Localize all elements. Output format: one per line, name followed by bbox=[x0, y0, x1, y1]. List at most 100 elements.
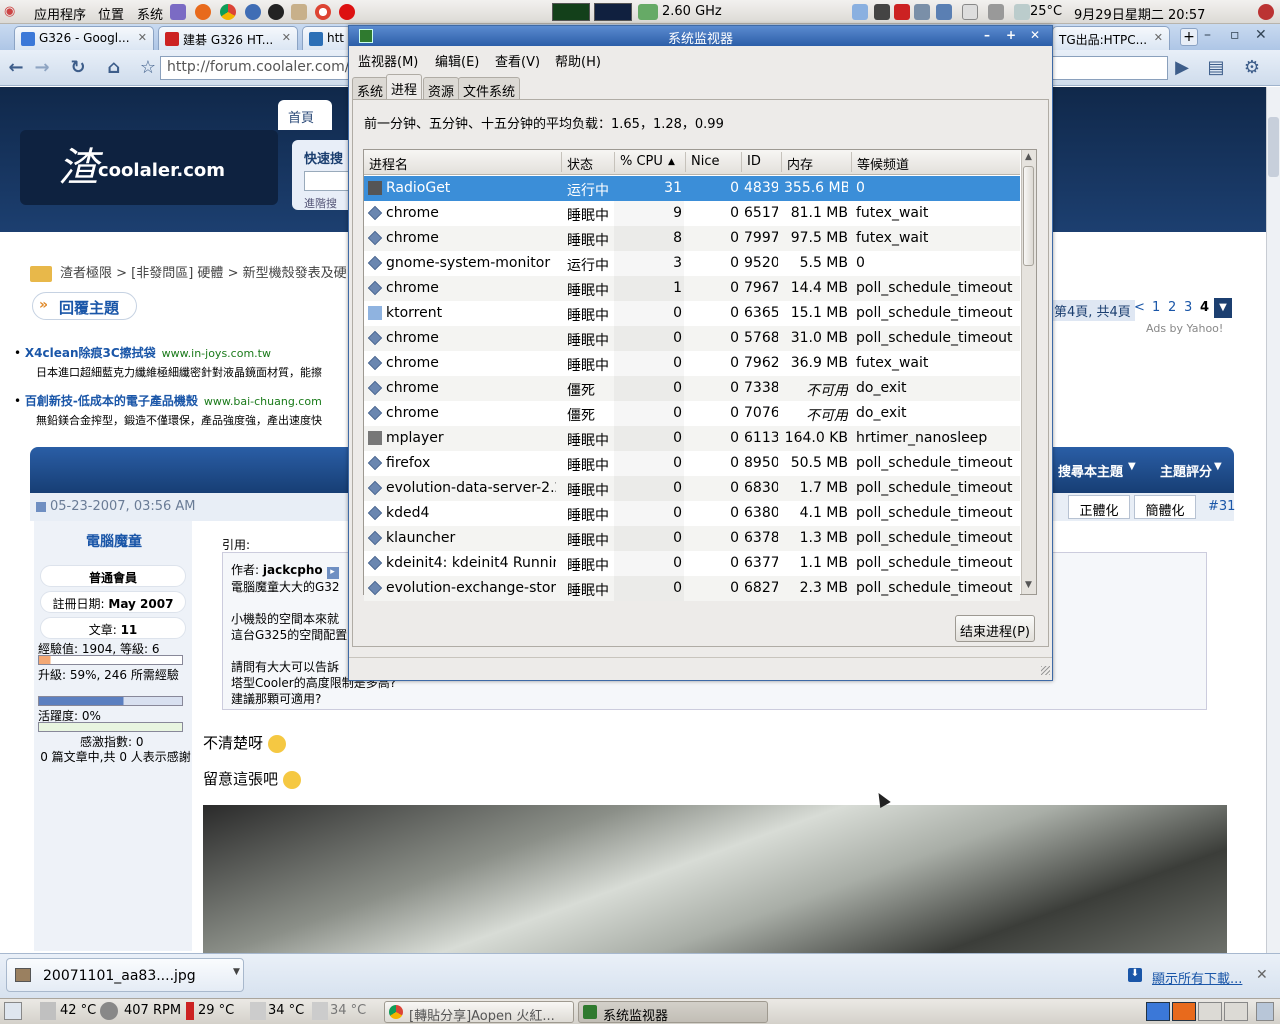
keyboard-icon[interactable] bbox=[874, 4, 890, 20]
ad-title[interactable]: X4clean除痕3C擦拭袋 bbox=[25, 346, 156, 360]
col-status[interactable]: 状态 bbox=[567, 154, 593, 173]
tab-resources[interactable]: 资源 bbox=[423, 77, 460, 100]
scrollbar-thumb[interactable] bbox=[1268, 117, 1279, 177]
new-tab-button[interactable]: + bbox=[1180, 28, 1198, 46]
menu-applications[interactable]: 应用程序 bbox=[34, 4, 86, 23]
quote-author-name[interactable]: jackcpho bbox=[263, 563, 323, 577]
traditional-button[interactable]: 正體化 bbox=[1068, 495, 1130, 519]
page-menu-icon[interactable]: ▤ bbox=[1206, 58, 1226, 78]
close-icon[interactable]: ✕ bbox=[1026, 28, 1044, 44]
pidgin-icon[interactable] bbox=[170, 4, 186, 20]
tab-coolaler[interactable]: htt bbox=[302, 26, 352, 50]
tab-g326[interactable]: 建碁 G326 HT... ✕ bbox=[158, 26, 298, 50]
network-manager-icon[interactable] bbox=[936, 4, 952, 20]
home-icon[interactable]: ⌂ bbox=[104, 58, 124, 78]
trash-icon[interactable] bbox=[1256, 1002, 1274, 1021]
chevron-down-icon[interactable]: ▼ bbox=[233, 967, 240, 977]
scroll-down-icon[interactable]: ▼ bbox=[1025, 580, 1032, 590]
chrome-launcher-icon[interactable] bbox=[220, 4, 236, 20]
col-cpu[interactable]: % CPU bbox=[620, 154, 663, 169]
process-row[interactable]: chrome 睡眠中 8 0 7997 97.5 MB futex_wait bbox=[364, 226, 1020, 251]
go-arrow-icon[interactable]: ▶ bbox=[1172, 58, 1192, 78]
network-icon[interactable] bbox=[914, 4, 930, 20]
end-process-button[interactable]: 结束进程(P) bbox=[955, 615, 1035, 642]
process-row[interactable]: firefox 睡眠中 0 0 8950 50.5 MB poll_schedule_tim… bbox=[364, 451, 1020, 476]
ad-item[interactable]: • 百創新技-低成本的電子產品機殼 www.bai-chuang.com 無鉛鎂合… bbox=[14, 392, 360, 428]
address-bar[interactable]: http://forum.coolaler.com/s bbox=[160, 56, 357, 80]
firefox-launcher-icon[interactable] bbox=[195, 4, 211, 20]
view-post-icon[interactable]: ▸ bbox=[326, 567, 339, 579]
tab-htpc[interactable]: TG出品:HTPC... ✕ bbox=[1052, 26, 1170, 50]
menu-help[interactable]: 帮助(H) bbox=[555, 51, 601, 70]
close-icon[interactable]: ✕ bbox=[1256, 967, 1268, 983]
java-icon[interactable] bbox=[291, 4, 307, 20]
page-jump-icon[interactable]: ▼ bbox=[1214, 298, 1232, 318]
close-icon[interactable]: ✕ bbox=[282, 31, 291, 44]
address-bar-extension[interactable] bbox=[1052, 56, 1168, 80]
workspace-3[interactable] bbox=[1198, 1002, 1222, 1021]
clock[interactable]: 9月29日星期二 20:57 bbox=[1074, 4, 1205, 23]
search-thread-menu[interactable]: 搜尋本主題 bbox=[1058, 461, 1123, 480]
tab-google[interactable]: G326 - Googl... ✕ bbox=[14, 26, 154, 50]
process-row[interactable]: chrome 僵死 0 0 7076 不可用 do_exit bbox=[364, 401, 1020, 426]
process-row[interactable]: gnome-system-monitor 运行中 3 0 9520 5.5 MB 0 bbox=[364, 251, 1020, 276]
home-tab[interactable]: 首頁 bbox=[278, 100, 332, 130]
col-nice[interactable]: Nice bbox=[691, 154, 719, 169]
ad-domain[interactable]: www.bai-chuang.com bbox=[204, 395, 322, 408]
qq-icon[interactable] bbox=[268, 4, 284, 20]
menu-view[interactable]: 查看(V) bbox=[495, 51, 540, 70]
opera-icon[interactable] bbox=[339, 4, 355, 20]
advanced-search-link[interactable]: 進階搜 bbox=[304, 195, 350, 211]
minimize-window-icon[interactable]: – bbox=[1204, 27, 1211, 43]
ad-domain[interactable]: www.in-joys.com.tw bbox=[162, 347, 271, 360]
resize-grip-icon[interactable] bbox=[1041, 666, 1050, 675]
taskbar-system-monitor[interactable]: 系统监视器 bbox=[578, 1001, 768, 1023]
workspace-4[interactable] bbox=[1224, 1002, 1248, 1021]
back-arrow-icon[interactable]: ← bbox=[6, 58, 26, 78]
scroll-up-icon[interactable]: ▲ bbox=[1025, 152, 1032, 162]
menu-edit[interactable]: 编辑(E) bbox=[435, 51, 479, 70]
col-process-name[interactable]: 进程名 bbox=[369, 154, 408, 173]
page-link-1[interactable]: 1 bbox=[1152, 300, 1160, 315]
process-row[interactable]: klauncher 睡眠中 0 0 6378 1.3 MB poll_schedule_ti… bbox=[364, 526, 1020, 551]
process-row[interactable]: RadioGet 运行中 31 0 4839 355.6 MB 0 bbox=[364, 176, 1020, 201]
scrollbar-thumb[interactable] bbox=[1023, 166, 1034, 266]
page-link-3[interactable]: 3 bbox=[1184, 300, 1192, 315]
close-icon[interactable]: ✕ bbox=[138, 31, 147, 44]
process-row[interactable]: mplayer 睡眠中 0 0 6113 164.0 KB hrtimer_nanoslee… bbox=[364, 426, 1020, 451]
download-indicator-icon[interactable] bbox=[852, 4, 868, 20]
mail-icon[interactable] bbox=[962, 4, 978, 20]
ubuntu-logo-icon[interactable]: ◉ bbox=[4, 4, 15, 19]
maximize-icon[interactable]: + bbox=[1002, 28, 1020, 44]
process-row[interactable]: chrome 僵死 0 0 7338 不可用 do_exit bbox=[364, 376, 1020, 401]
ads-by-label[interactable]: Ads by Yahoo! bbox=[1146, 322, 1223, 335]
reload-icon[interactable]: ↻ bbox=[68, 58, 88, 78]
workspace-2[interactable] bbox=[1172, 1002, 1196, 1021]
reply-thread-button[interactable]: » 回覆主題 bbox=[32, 292, 137, 320]
process-row[interactable]: chrome 睡眠中 9 0 6517 81.1 MB futex_wait bbox=[364, 201, 1020, 226]
tab-system[interactable]: 系统 bbox=[352, 77, 389, 100]
process-row[interactable]: evolution-data-server-2.26 睡眠中 0 0 6830 1.7 M… bbox=[364, 476, 1020, 501]
col-memory[interactable]: 内存 bbox=[787, 154, 813, 173]
tab-filesystems[interactable]: 文件系统 bbox=[458, 77, 521, 100]
quick-search-input[interactable] bbox=[304, 171, 352, 191]
page-scrollbar[interactable] bbox=[1266, 87, 1280, 953]
menu-monitor[interactable]: 监视器(M) bbox=[358, 51, 418, 70]
process-row[interactable]: chrome 睡眠中 1 0 7967 14.4 MB poll_schedule_time… bbox=[364, 276, 1020, 301]
download-item[interactable]: 20071101_aa83....jpg ▼ bbox=[6, 958, 244, 992]
tab-processes[interactable]: 进程 bbox=[386, 74, 423, 100]
thunderbird-icon[interactable] bbox=[245, 4, 261, 20]
taskbar-browser[interactable]: [轉貼分享]Aopen 火紅... bbox=[384, 1001, 574, 1023]
process-row[interactable]: kded4 睡眠中 0 0 6380 4.1 MB poll_schedule_timeou… bbox=[364, 501, 1020, 526]
bookmark-star-icon[interactable]: ☆ bbox=[138, 58, 158, 78]
volume-icon[interactable] bbox=[988, 4, 1004, 20]
simplified-button[interactable]: 簡體化 bbox=[1134, 495, 1196, 519]
process-row[interactable]: chrome 睡眠中 0 0 7962 36.9 MB futex_wait bbox=[364, 351, 1020, 376]
power-icon[interactable] bbox=[1258, 4, 1274, 20]
ad-item[interactable]: • X4clean除痕3C擦拭袋 www.in-joys.com.tw 日本進口超… bbox=[14, 344, 360, 380]
calendar-icon[interactable] bbox=[894, 4, 910, 20]
maximize-window-icon[interactable]: ▫ bbox=[1230, 27, 1240, 43]
help-lifebuoy-icon[interactable] bbox=[315, 4, 331, 20]
menu-system[interactable]: 系统 bbox=[137, 4, 163, 23]
breadcrumb-text[interactable]: 渣者極限 > [非發問區] 硬體 > 新型機殼發表及硬 bbox=[60, 266, 347, 281]
